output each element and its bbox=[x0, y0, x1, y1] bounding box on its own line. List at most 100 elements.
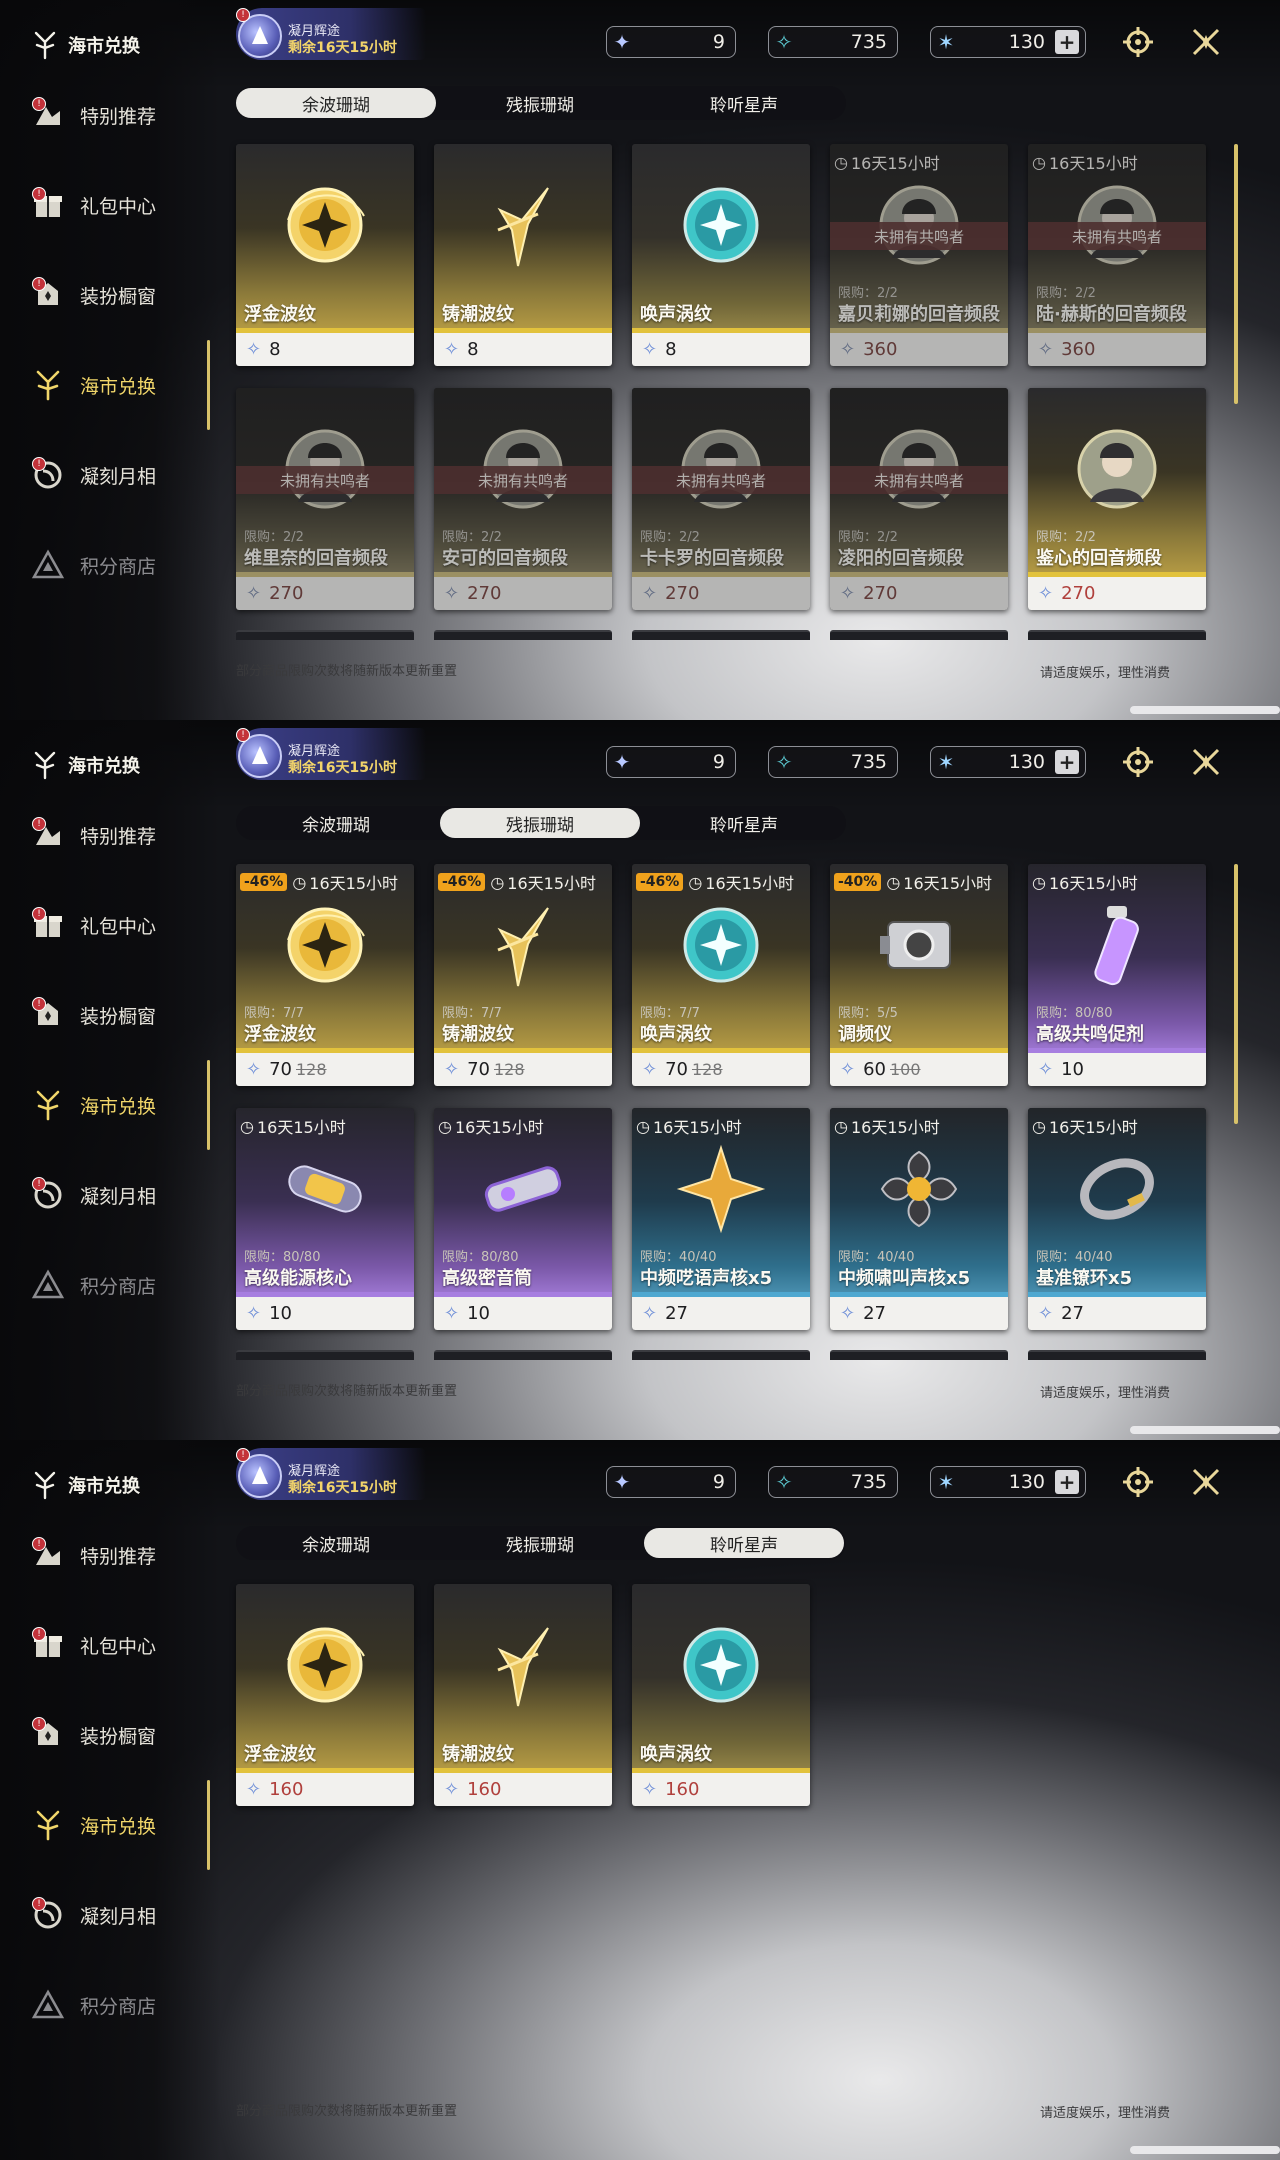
shop-item-card[interactable]: ◷ 16天15小时 限购：40/40 中频呓语声核x5 ✧ 27 bbox=[632, 1108, 810, 1330]
tab-oscillate-coral[interactable]: 残振珊瑚 bbox=[440, 1526, 640, 1560]
sidebar-item-recommend[interactable]: ! 特别推荐 bbox=[28, 810, 208, 860]
sidebar-item-exchange[interactable]: 海市兑换 bbox=[28, 360, 208, 410]
shop-item-card[interactable]: 未拥有共鸣者 限购：2/2 安可的回音频段 ✧ 270 bbox=[434, 388, 612, 610]
close-icon[interactable] bbox=[1186, 1462, 1226, 1502]
currency-coral[interactable]: ✧ 735 bbox=[768, 746, 898, 778]
shop-item-card[interactable]: 铸潮波纹 ✧ 8 bbox=[434, 144, 612, 366]
sidebar-item-points-shop[interactable]: 积分商店 bbox=[28, 540, 208, 590]
shop-item-card[interactable]: 唤声涡纹 ✧ 8 bbox=[632, 144, 810, 366]
brand[interactable]: 海市兑换 bbox=[30, 748, 140, 782]
currency-coral[interactable]: ✧ 735 bbox=[768, 1466, 898, 1498]
event-banner[interactable]: ! 凝月辉途 剩余16天15小时 bbox=[236, 728, 426, 780]
coral-icon bbox=[28, 1085, 68, 1125]
item-name: 鉴心的回音频段 bbox=[1036, 548, 1162, 569]
currency-lunite[interactable]: ✦ 9 bbox=[606, 1466, 736, 1498]
target-icon[interactable] bbox=[1118, 22, 1158, 62]
tab-oscillate-coral[interactable]: 残振珊瑚 bbox=[440, 86, 640, 120]
sidebar-item-gift-center[interactable]: ! 礼包中心 bbox=[28, 1620, 208, 1670]
tab-listening-stars[interactable]: 聆听星声 bbox=[644, 1528, 844, 1558]
shop-item-card[interactable]: ◷ 16天15小时 限购：80/80 高级共鸣促剂 ✧ 10 bbox=[1028, 864, 1206, 1086]
item-name: 基准镣环x5 bbox=[1036, 1268, 1133, 1289]
currency-star[interactable]: ✶ 130 + bbox=[930, 26, 1086, 58]
item-price: 27 bbox=[1061, 1303, 1084, 1324]
sidebar-item-moon-phase[interactable]: ! 凝刻月相 bbox=[28, 1170, 208, 1220]
tab-oscillate-coral[interactable]: 残振珊瑚 bbox=[440, 808, 640, 838]
add-currency-button[interactable]: + bbox=[1055, 30, 1079, 54]
sidebar-item-outfit[interactable]: ! 装扮橱窗 bbox=[28, 1710, 208, 1760]
currency-coral[interactable]: ✧ 735 bbox=[768, 26, 898, 58]
shop-item-card[interactable]: 唤声涡纹 ✧ 160 bbox=[632, 1584, 810, 1806]
sidebar-item-outfit[interactable]: ! 装扮橱窗 bbox=[28, 270, 208, 320]
shop-item-card[interactable]: 浮金波纹 ✧ 8 bbox=[236, 144, 414, 366]
shop-item-card[interactable]: ◷ 16天15小时 限购：80/80 高级密音筒 ✧ 10 bbox=[434, 1108, 612, 1330]
sidebar-item-gift-center[interactable]: ! 礼包中心 bbox=[28, 900, 208, 950]
teal-orb-icon bbox=[676, 900, 766, 990]
currency-lunite[interactable]: ✦ 9 bbox=[606, 26, 736, 58]
sidebar-item-recommend[interactable]: ! 特别推荐 bbox=[28, 1530, 208, 1580]
tab-aftershock-coral[interactable]: 余波珊瑚 bbox=[236, 806, 436, 840]
timer-text: 16天15小时 bbox=[1048, 874, 1138, 893]
shop-item-card[interactable]: -46% ◷ 16天15小时 限购：7/7 浮金波纹 ✧ 70 128 bbox=[236, 864, 414, 1086]
currency-star[interactable]: ✶ 130 + bbox=[930, 746, 1086, 778]
shop-item-card[interactable]: 限购：2/2 鉴心的回音频段 ✧ 270 bbox=[1028, 388, 1206, 610]
add-currency-button[interactable]: + bbox=[1055, 750, 1079, 774]
purchase-limit: 限购：40/40 bbox=[838, 1250, 915, 1265]
shop-item-card[interactable]: 浮金波纹 ✧ 160 bbox=[236, 1584, 414, 1806]
sidebar-item-points-shop[interactable]: 积分商店 bbox=[28, 1260, 208, 1310]
target-icon[interactable] bbox=[1118, 742, 1158, 782]
coral-logo-icon bbox=[34, 1471, 56, 1500]
close-icon[interactable] bbox=[1186, 742, 1226, 782]
sidebar-item-gift-center[interactable]: ! 礼包中心 bbox=[28, 180, 208, 230]
item-name: 唤声涡纹 bbox=[640, 1024, 712, 1045]
shop-item-card[interactable]: 未拥有共鸣者 限购：2/2 卡卡罗的回音频段 ✧ 270 bbox=[632, 388, 810, 610]
sidebar-item-label: 积分商店 bbox=[80, 1995, 157, 2018]
shop-item-card[interactable]: ◷ 16天15小时 限购：40/40 中频啸叫声核x5 ✧ 27 bbox=[830, 1108, 1008, 1330]
tab-listening-stars[interactable]: 聆听星声 bbox=[644, 806, 844, 840]
timer-text: 16天15小时 bbox=[256, 1118, 346, 1137]
currency-icon: ✧ bbox=[642, 1059, 658, 1080]
shop-panel-1: 海市兑换 ! 特别推荐! 礼包中心! 装扮橱窗 海市兑换! 凝刻月相 积分商店 ! 凝月辉途… bbox=[0, 0, 1280, 720]
item-name: 安可的回音频段 bbox=[442, 548, 568, 569]
purchase-limit: 限购：80/80 bbox=[244, 1250, 321, 1265]
triangle-icon bbox=[28, 545, 68, 585]
sidebar-item-exchange[interactable]: 海市兑换 bbox=[28, 1800, 208, 1850]
grid-scrollbar[interactable] bbox=[1234, 144, 1238, 404]
tab-aftershock-coral[interactable]: 余波珊瑚 bbox=[236, 88, 436, 118]
item-price: 8 bbox=[269, 339, 281, 360]
currency-lunite[interactable]: ✦ 9 bbox=[606, 746, 736, 778]
target-icon[interactable] bbox=[1118, 1462, 1158, 1502]
shop-item-card[interactable]: -46% ◷ 16天15小时 限购：7/7 唤声涡纹 ✧ 70 128 bbox=[632, 864, 810, 1086]
clock-icon: ◷ bbox=[636, 1116, 650, 1136]
event-banner[interactable]: ! 凝月辉途 剩余16天15小时 bbox=[236, 8, 426, 60]
shop-item-card[interactable]: ◷ 16天15小时 未拥有共鸣者 限购：2/2 陆·赫斯的回音频段 ✧ 360 bbox=[1028, 144, 1206, 366]
shop-item-card[interactable]: -40% ◷ 16天15小时 限购：5/5 调频仪 ✧ 60 100 bbox=[830, 864, 1008, 1086]
sidebar-item-exchange[interactable]: 海市兑换 bbox=[28, 1080, 208, 1130]
shop-item-card[interactable]: ◷ 16天15小时 未拥有共鸣者 限购：2/2 嘉贝莉娜的回音频段 ✧ 360 bbox=[830, 144, 1008, 366]
currency-star[interactable]: ✶ 130 + bbox=[930, 1466, 1086, 1498]
shop-item-card[interactable]: ◷ 16天15小时 限购：40/40 基准镣环x5 ✧ 27 bbox=[1028, 1108, 1206, 1330]
shop-item-card[interactable]: -46% ◷ 16天15小时 限购：7/7 铸潮波纹 ✧ 70 128 bbox=[434, 864, 612, 1086]
brand[interactable]: 海市兑换 bbox=[30, 1468, 140, 1502]
grid-scrollbar[interactable] bbox=[1234, 864, 1238, 1124]
shop-item-card[interactable]: ◷ 16天15小时 限购：80/80 高级能源核心 ✧ 10 bbox=[236, 1108, 414, 1330]
flag-icon: ! bbox=[28, 95, 68, 135]
shop-item-card[interactable]: 未拥有共鸣者 限购：2/2 凌阳的回音频段 ✧ 270 bbox=[830, 388, 1008, 610]
add-currency-button[interactable]: + bbox=[1055, 1470, 1079, 1494]
event-banner[interactable]: ! 凝月辉途 剩余16天15小时 bbox=[236, 1448, 426, 1500]
shop-item-card[interactable]: 铸潮波纹 ✧ 160 bbox=[434, 1584, 612, 1806]
brand[interactable]: 海市兑换 bbox=[30, 28, 140, 62]
sidebar-item-recommend[interactable]: ! 特别推荐 bbox=[28, 90, 208, 140]
shop-item-card[interactable]: 未拥有共鸣者 限购：2/2 维里奈的回音频段 ✧ 270 bbox=[236, 388, 414, 610]
item-timer: ◷ 16天15小时 bbox=[834, 150, 940, 174]
currency-icon: ✧ bbox=[246, 1779, 262, 1800]
close-icon[interactable] bbox=[1186, 22, 1226, 62]
sidebar-item-outfit[interactable]: ! 装扮橱窗 bbox=[28, 990, 208, 1040]
event-alert-icon: ! bbox=[236, 728, 250, 742]
sidebar-item-moon-phase[interactable]: ! 凝刻月相 bbox=[28, 1890, 208, 1940]
tab-listening-stars[interactable]: 聆听星声 bbox=[644, 86, 844, 120]
purchase-limit: 限购：2/2 bbox=[838, 286, 898, 301]
sidebar-item-moon-phase[interactable]: ! 凝刻月相 bbox=[28, 450, 208, 500]
tab-aftershock-coral[interactable]: 余波珊瑚 bbox=[236, 1526, 436, 1560]
sidebar-item-points-shop[interactable]: 积分商店 bbox=[28, 1980, 208, 2030]
currency-icon: ✧ bbox=[1038, 1059, 1054, 1080]
